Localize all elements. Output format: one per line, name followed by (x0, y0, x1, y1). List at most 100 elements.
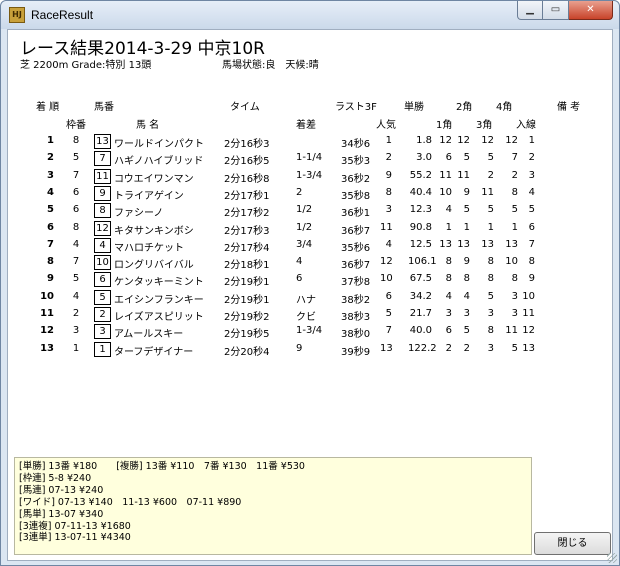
payout-line: [枠連] 5-8 ¥240 (19, 472, 92, 484)
result-time: 2分19秒1 (224, 294, 270, 306)
result-waku: 3 (72, 325, 80, 337)
result-entry: 2 (528, 152, 535, 164)
result-corner3: 5 (487, 204, 494, 216)
result-corner3: 3 (487, 308, 494, 319)
result-umaban: 5 (94, 289, 111, 305)
result-corner3: 3 (487, 342, 494, 354)
table-row[interactable]: 4 6 9 トライアゲイン 2分17秒1 2 35秒8 8 40.4 10 9 11 8 4 (8, 185, 614, 203)
horse-name: キタサンキンボシ (114, 225, 194, 237)
result-corner3: 1 (487, 221, 494, 233)
result-odds: 122.2 (408, 342, 437, 354)
result-waku: 4 (72, 238, 80, 250)
result-corner3: 2 (487, 169, 494, 181)
result-popularity: 7 (385, 325, 392, 337)
table-row[interactable]: 8 7 10 ロングリバイバル 2分18秒1 4 36秒7 12 106.1 8 9 8 10 8 (8, 255, 614, 272)
result-margin: 1/2 (296, 221, 313, 233)
result-corner1: 6 (445, 325, 452, 337)
result-entry: 5 (528, 204, 535, 216)
header-rank: 着 順 (36, 102, 60, 113)
minimize-button[interactable]: ▁ (517, 1, 543, 20)
result-umaban: 11 (94, 168, 111, 184)
result-waku: 6 (72, 186, 80, 198)
horse-name: エイシンフランキー (114, 294, 204, 306)
result-corner3: 8 (487, 256, 494, 268)
table-row[interactable]: 5 6 8 ファシーノ 2分17秒2 1/2 36秒1 3 12.3 4 5 5 5 5 (8, 203, 614, 220)
result-corner1: 8 (445, 273, 452, 285)
result-odds: 40.4 (409, 186, 432, 198)
result-corner4: 8 (511, 273, 518, 285)
horse-name: ターフデザイナー (114, 346, 194, 358)
header-corner4: 4角 (496, 102, 513, 113)
result-corner1: 11 (439, 169, 452, 181)
payout-line: [ワイド] 07-13 ¥140 11-13 ¥600 07-11 ¥890 (19, 496, 242, 508)
table-row[interactable]: 6 8 12 キタサンキンボシ 2分17秒3 1/2 36秒7 11 90.8 1 1 1 1 6 (8, 220, 614, 238)
result-umaban: 13 (94, 134, 111, 149)
result-time: 2分19秒1 (224, 277, 270, 289)
table-row[interactable]: 12 3 3 アムールスキー 2分19秒5 1-3/4 38秒0 7 40.0 6 5 8 11 12 (8, 324, 614, 341)
result-time: 2分17秒4 (224, 242, 270, 254)
table-row[interactable]: 11 2 2 レイズアスピリット 2分19秒2 クビ 38秒3 5 21.7 3 3 3 3 11 (8, 307, 614, 324)
result-corner3: 13 (481, 238, 494, 250)
result-popularity: 2 (385, 152, 392, 164)
result-odds: 3.0 (416, 152, 432, 164)
result-corner1: 13 (439, 238, 452, 250)
result-margin: 1-1/4 (296, 152, 323, 164)
title-bar[interactable]: HJ RaceResult ▁ ▭ ✕ (1, 1, 619, 29)
close-button[interactable]: 閉じる (534, 532, 611, 555)
result-popularity: 11 (380, 221, 393, 233)
result-popularity: 9 (385, 169, 392, 181)
result-entry: 8 (528, 256, 535, 268)
result-umaban: 6 (94, 272, 111, 288)
result-margin: 1-3/4 (296, 325, 323, 337)
result-time: 2分17秒2 (224, 208, 270, 220)
result-corner4: 2 (511, 169, 518, 181)
table-row[interactable]: 2 5 7 ハギノハイブリッド 2分16秒5 1-1/4 35秒3 2 3.0 6 5 5 7 2 (8, 151, 614, 168)
result-last3f: 36秒1 (341, 208, 371, 220)
payout-line: [馬単] 13-07 ¥340 (19, 508, 104, 520)
header-remarks: 備 考 (557, 102, 581, 113)
result-time: 2分16秒3 (224, 139, 270, 150)
result-corner3: 5 (487, 290, 494, 302)
result-odds: 90.8 (409, 221, 432, 233)
result-popularity: 6 (385, 290, 392, 302)
result-rank: 12 (40, 325, 54, 337)
result-rank: 1 (47, 135, 54, 146)
result-popularity: 8 (385, 186, 392, 198)
result-umaban: 1 (94, 341, 111, 357)
app-logo-icon: HJ (9, 7, 25, 23)
result-popularity: 1 (385, 135, 392, 146)
result-rank: 5 (47, 204, 54, 216)
close-window-button[interactable]: ✕ (569, 1, 613, 20)
result-entry: 6 (528, 221, 535, 233)
maximize-button[interactable]: ▭ (543, 1, 569, 20)
result-odds: 67.5 (409, 273, 432, 285)
horse-name: マハロチケット (114, 242, 184, 254)
result-corner4: 5 (511, 342, 518, 354)
result-corner4: 3 (511, 308, 518, 319)
result-odds: 40.0 (409, 325, 432, 337)
header-corner1: 1角 (436, 120, 453, 131)
result-corner4: 8 (511, 186, 518, 198)
table-row[interactable]: 9 5 6 ケンタッキーミント 2分19秒1 6 37秒8 10 67.5 8 8 8 8 9 (8, 272, 614, 289)
result-popularity: 3 (385, 204, 392, 216)
payout-line: [単勝] 13番 ¥180 [複勝] 13番 ¥110 7番 ¥130 11番 … (19, 461, 305, 472)
result-rank: 11 (40, 308, 54, 319)
table-row[interactable]: 10 4 5 エイシンフランキー 2分19秒1 ハナ 38秒2 6 34.2 4 4 5 3 10 (8, 289, 614, 307)
result-corner1: 2 (445, 342, 452, 354)
table-row[interactable]: 7 4 4 マハロチケット 2分17秒4 3/4 35秒6 4 12.5 13 13 13 13 7 (8, 237, 614, 255)
horse-name: アムールスキー (114, 329, 184, 341)
result-last3f: 36秒7 (341, 225, 371, 237)
payout-panel: [単勝] 13番 ¥180 [複勝] 13番 ¥110 7番 ¥130 11番 … (14, 457, 532, 555)
result-last3f: 39秒9 (341, 346, 371, 358)
result-popularity: 4 (385, 238, 392, 250)
result-entry: 3 (528, 169, 535, 181)
resize-grip[interactable] (607, 553, 617, 563)
table-row[interactable]: 1 8 13 ワールドインパクト 2分16秒3 34秒6 1 1.8 12 12 12 12 1 (8, 134, 614, 151)
table-row[interactable]: 3 7 11 コウエイワンマン 2分16秒8 1-3/4 36秒2 9 55.2 11 11 2 2 3 (8, 168, 614, 186)
horse-name: レイズアスピリット (114, 312, 204, 323)
result-time: 2分19秒2 (224, 312, 270, 323)
result-umaban: 3 (94, 324, 111, 340)
result-corner1: 4 (445, 204, 452, 216)
result-corner1: 6 (445, 152, 452, 164)
table-row[interactable]: 13 1 1 ターフデザイナー 2分20秒4 9 39秒9 13 122.2 2 2 3 5 13 (8, 341, 614, 359)
